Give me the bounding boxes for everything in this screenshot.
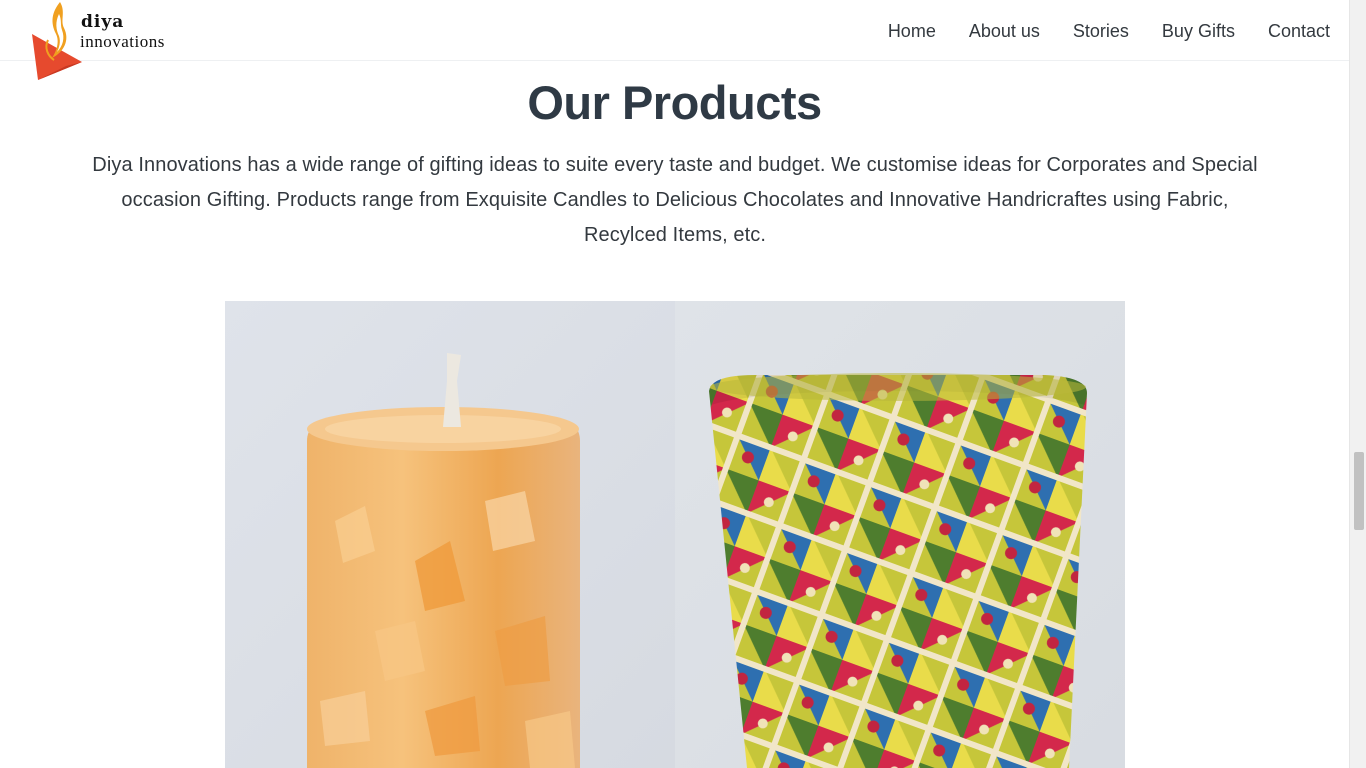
product-card-candle[interactable] — [225, 301, 675, 768]
section-description: Diya Innovations has a wide range of gif… — [92, 154, 1258, 246]
page-title: Our Products — [527, 76, 822, 129]
product-card-fabric-pot[interactable] — [675, 301, 1125, 768]
brand-logo[interactable]: diya innovations — [26, 0, 176, 82]
nav-contact[interactable]: Contact — [1268, 20, 1330, 42]
candle-image — [225, 301, 675, 768]
nav-buy-gifts[interactable]: Buy Gifts — [1162, 20, 1235, 42]
main-nav: Home About us Stories Buy Gifts Contact — [855, 20, 1330, 42]
nav-stories[interactable]: Stories — [1073, 20, 1129, 42]
flame-diya-logo-icon — [32, 2, 82, 80]
nav-about-us[interactable]: About us — [969, 20, 1040, 42]
brand-name-line1: diya — [81, 12, 125, 32]
page-scrollbar[interactable] — [1349, 0, 1366, 768]
nav-home[interactable]: Home — [888, 20, 936, 42]
product-gallery — [225, 301, 1125, 768]
site-header: diya innovations Home About us Stories B… — [0, 0, 1349, 80]
fabric-pot-image — [675, 301, 1125, 768]
brand-name-line2: innovations — [80, 32, 165, 51]
scrollbar-thumb[interactable] — [1354, 452, 1364, 530]
